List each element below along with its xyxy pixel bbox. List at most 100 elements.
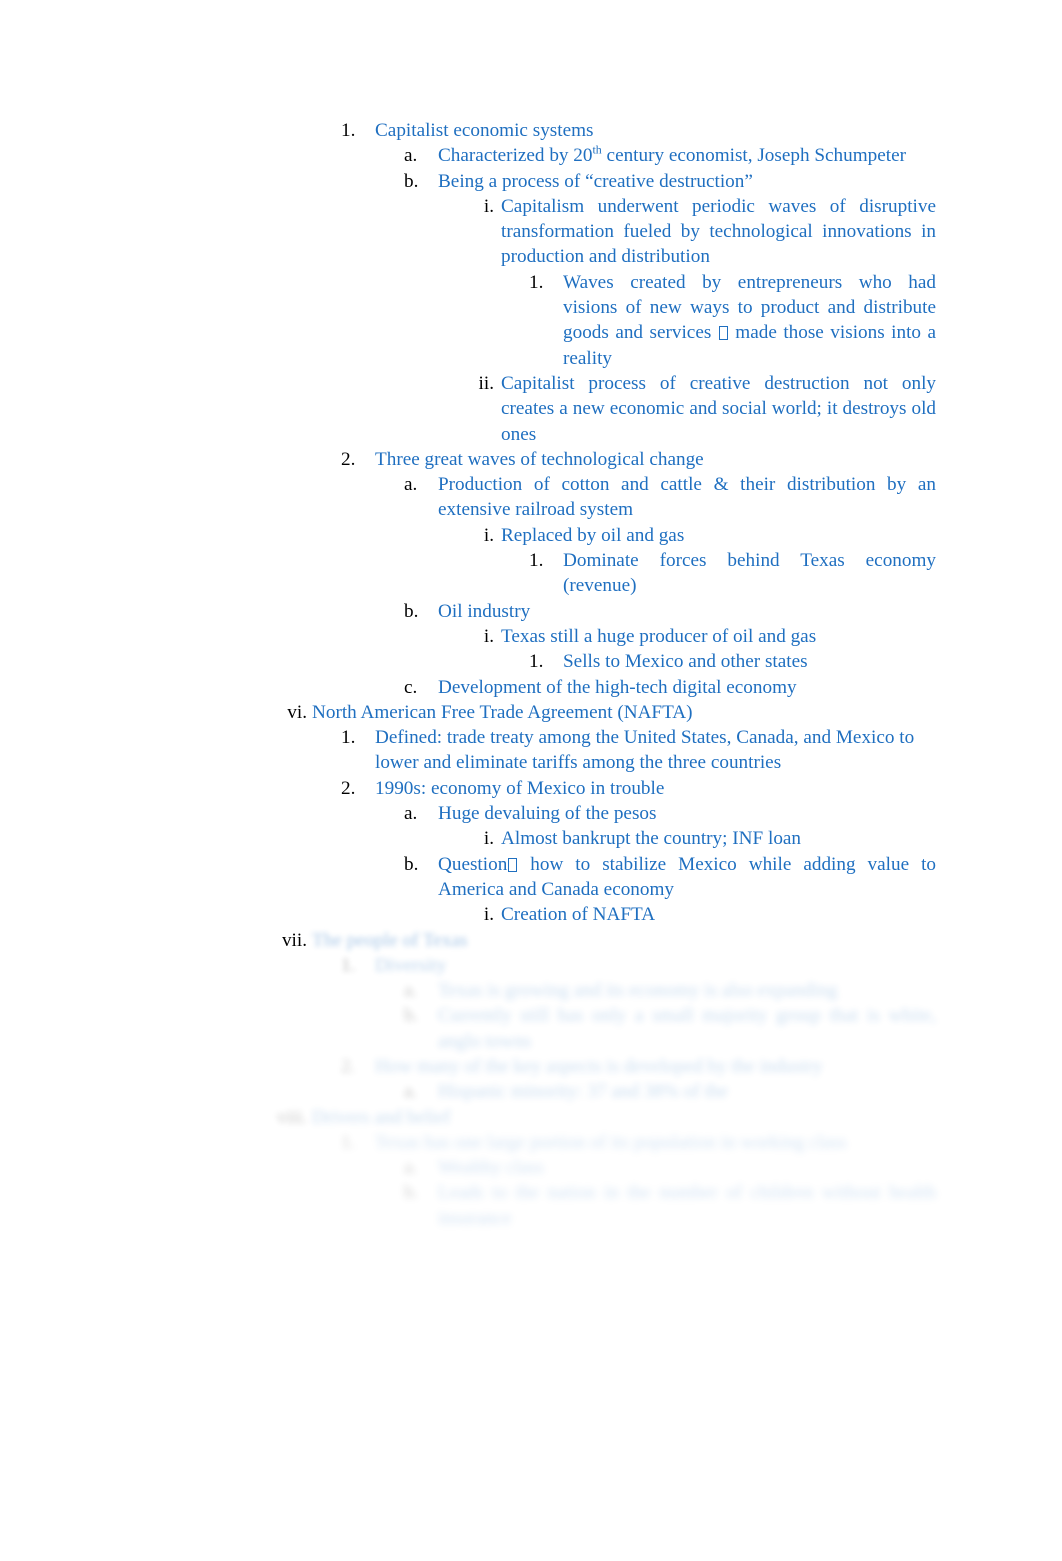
- list-item-text: Dominate forces behind Texas economy (re…: [563, 550, 936, 597]
- list-item-faded: b. Currently still has only a small majo…: [0, 1003, 1062, 1054]
- list-item: a. Huge devaluing of the pesos: [0, 801, 1062, 826]
- list-item: i. Replaced by oil and gas: [0, 523, 1062, 548]
- list-marker: i.: [483, 904, 494, 926]
- list-item-text: Replaced by oil and gas: [501, 524, 685, 546]
- list-item-faded: 1. Texas has one large portion of its po…: [0, 1130, 1062, 1155]
- list-item-text: Sells to Mexico and other states: [563, 651, 808, 673]
- text-after-superscript: century economist, Joseph Schumpeter: [601, 145, 907, 167]
- list-marker: b.: [404, 170, 419, 192]
- list-item-text: Characterized by 20th century economist,…: [438, 143, 936, 168]
- list-marker: vi.: [287, 701, 307, 723]
- list-item: 1. Sells to Mexico and other states: [0, 649, 1062, 674]
- list-marker: a.: [404, 980, 418, 1002]
- list-marker: 1.: [341, 120, 356, 141]
- list-marker: b.: [404, 853, 419, 875]
- list-marker: a.: [404, 1081, 418, 1103]
- list-item-text: Leads to the nation in the number of chi…: [438, 1182, 936, 1229]
- list-item-text: Wealthy class: [438, 1157, 544, 1179]
- list-item: i. Almost bankrupt the country; INF loan: [0, 826, 1062, 851]
- list-marker: c.: [404, 676, 418, 698]
- list-item-text: Development of the high-tech digital eco…: [438, 676, 797, 698]
- list-item-text: Hispanic minority: 37 and 38% of the: [438, 1081, 728, 1103]
- list-marker: 1.: [341, 954, 356, 976]
- list-item-faded: a. Wealthy class: [0, 1155, 1062, 1180]
- list-marker: i.: [483, 828, 494, 850]
- list-item-text: Diversity: [375, 954, 447, 976]
- list-item: b. Oil industry: [0, 599, 1062, 624]
- list-item: ii. Capitalist process of creative destr…: [0, 371, 1062, 447]
- list-item: 1. Defined: trade treaty among the Unite…: [0, 725, 1062, 776]
- list-item: 2. Three great waves of technological ch…: [0, 447, 1062, 472]
- list-marker: 2.: [341, 448, 356, 470]
- list-marker: 1.: [341, 1131, 356, 1153]
- list-item-faded: b. Leads to the nation in the number of …: [0, 1180, 1062, 1231]
- list-item-text: Production of cotton and cattle & their …: [438, 474, 936, 521]
- list-item-text: Three great waves of technological chang…: [375, 448, 704, 470]
- list-marker: 1.: [341, 727, 356, 749]
- list-item: 2. 1990s: economy of Mexico in trouble: [0, 776, 1062, 801]
- list-marker: a.: [404, 1157, 418, 1179]
- list-marker: b.: [404, 1005, 419, 1027]
- list-item: b. Being a process of “creative destruct…: [0, 169, 1062, 194]
- list-marker: i.: [483, 195, 494, 217]
- list-marker: i.: [483, 625, 494, 647]
- list-item-text: Texas has one large portion of its popul…: [375, 1130, 936, 1155]
- list-item: vi. North American Free Trade Agreement …: [0, 700, 1062, 725]
- list-marker: b.: [404, 1182, 419, 1204]
- missing-glyph-box-icon: [508, 857, 518, 872]
- list-marker: 2.: [341, 1055, 356, 1077]
- text-before-glyph: Question: [438, 853, 508, 875]
- list-item: i. Capitalism underwent periodic waves o…: [0, 194, 1062, 270]
- faded-text: Texas has one large portion of its popul…: [375, 1131, 847, 1153]
- text-before-superscript: Characterized by 20: [438, 145, 593, 167]
- list-marker: a.: [404, 803, 418, 825]
- list-marker: a.: [404, 474, 418, 496]
- list-item: i. Creation of NAFTA: [0, 902, 1062, 927]
- list-marker: ii.: [478, 372, 494, 394]
- list-marker: a.: [404, 145, 418, 167]
- list-item-text: Waves created by entrepreneurs who had v…: [563, 270, 936, 371]
- list-item: i. Texas still a huge producer of oil an…: [0, 624, 1062, 649]
- list-marker: 1.: [529, 651, 544, 673]
- list-item-text: Question how to stabilize Mexico while a…: [438, 852, 936, 903]
- list-item: a. Production of cotton and cattle & the…: [0, 472, 1062, 523]
- list-item-faded: 1. Diversity: [0, 953, 1062, 978]
- list-item-text: Defined: trade treaty among the United S…: [375, 727, 915, 774]
- list-item-text: Being a process of “creative destruction…: [438, 170, 753, 192]
- list-item-text: Texas still a huge producer of oil and g…: [501, 625, 817, 647]
- list-item-faded: a. Texas is growing and its economy is a…: [0, 978, 1062, 1003]
- list-item-text: Huge devaluing of the pesos: [438, 803, 657, 825]
- superscript-ordinal: th: [592, 142, 602, 157]
- list-item-text: Oil industry: [438, 600, 531, 622]
- list-item-text: Capitalist process of creative destructi…: [501, 372, 936, 445]
- outline-body: 1. Capitalist economic systems a. Charac…: [0, 118, 1062, 1231]
- list-item: c. Development of the high-tech digital …: [0, 675, 1062, 700]
- list-item-text: 1990s: economy of Mexico in trouble: [375, 777, 665, 799]
- list-marker: i.: [483, 524, 494, 546]
- list-item: a. Characterized by 20th century economi…: [0, 143, 1062, 168]
- list-item-faded: vii. The people of Texas: [0, 928, 1062, 953]
- list-item-text: How many of the key aspects is developed…: [375, 1055, 823, 1077]
- list-item: 1. Dominate forces behind Texas economy …: [0, 548, 1062, 599]
- list-marker: vii.: [281, 929, 307, 951]
- list-item: 1. Capitalist economic systems: [0, 118, 1062, 143]
- list-item-faded: viii. Drivers and belief: [0, 1105, 1062, 1130]
- list-marker: 1.: [529, 550, 544, 572]
- list-item-text: Capitalist economic systems: [375, 120, 594, 141]
- document-page: 1. Capitalist economic systems a. Charac…: [0, 0, 1062, 1561]
- list-item-text: Creation of NAFTA: [501, 904, 656, 926]
- list-marker: 1.: [529, 271, 544, 293]
- list-item-text: Capitalism underwent periodic waves of d…: [501, 195, 936, 268]
- list-marker: b.: [404, 600, 419, 622]
- list-item-text: The people of Texas: [312, 929, 468, 951]
- list-item-faded: 2. How many of the key aspects is develo…: [0, 1054, 1062, 1079]
- list-item-faded: a. Hispanic minority: 37 and 38% of the: [0, 1079, 1062, 1104]
- list-item-text: Texas is growing and its economy is also…: [438, 980, 838, 1002]
- list-item-text: Currently still has only a small majorit…: [438, 1005, 936, 1052]
- list-marker: viii.: [277, 1106, 308, 1128]
- missing-glyph-box-icon: [718, 326, 728, 341]
- list-item: b. Question how to stabilize Mexico whil…: [0, 852, 1062, 903]
- list-item-text: Almost bankrupt the country; INF loan: [501, 828, 802, 850]
- list-item: 1. Waves created by entrepreneurs who ha…: [0, 270, 1062, 371]
- list-item-text: Drivers and belief: [312, 1106, 451, 1128]
